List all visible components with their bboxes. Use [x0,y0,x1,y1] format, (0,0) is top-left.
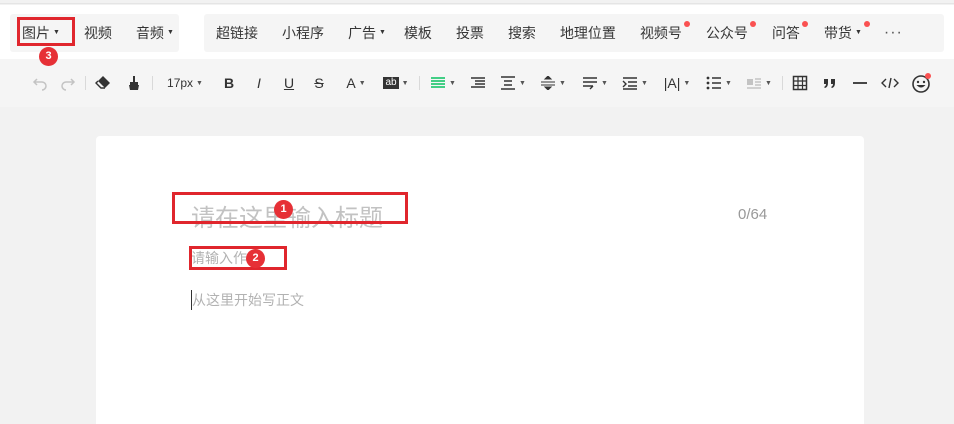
redo-button[interactable] [58,71,78,95]
brush-icon [129,76,139,90]
menu-item-mini-program[interactable]: 小程序 [270,14,336,52]
code-button[interactable] [880,71,900,95]
background-color-button[interactable]: ab ▼ [380,71,412,95]
list-indent-button[interactable]: ▼ [620,71,650,95]
menu-item-audio[interactable]: 音频 ▼ [124,14,186,52]
notification-dot [749,21,756,27]
float-image-button[interactable]: ▼ [744,71,774,95]
bullet-list-button[interactable]: ▼ [704,71,734,95]
menu-item-channels[interactable]: 视频号 [628,14,694,52]
eraser-icon [95,76,110,89]
undo-button[interactable] [30,71,50,95]
line-height-button[interactable]: ▼ [580,71,610,95]
toolbar-divider [152,76,153,90]
font-color-button[interactable]: A ▼ [342,71,370,95]
toolbar-divider [782,76,783,90]
undo-icon [32,78,47,91]
clear-format-button[interactable] [93,71,115,95]
toolbar-divider [85,76,86,90]
menu-item-video[interactable]: 视频 [72,14,124,52]
menu-item-official-account[interactable]: 公众号 [694,14,760,52]
align-button[interactable]: ▼ [428,71,458,95]
menu-item-location[interactable]: 地理位置 [548,14,628,52]
insert-menu-group: 超链接 小程序 广告 ▼ 模板 投票 搜索 地理位置 视频号 公众号 问答 带货 ▼… [204,14,944,52]
annotation-badge-3: 3 [39,47,58,66]
highlight-box-image-menu [17,17,75,46]
format-toolbar: 17px ▼ B I U S A ▼ ab ▼ ▼ ▼ ▼ ▼ ▼ |A| ▼ ▼ ▼ [0,59,954,107]
toolbar-divider [419,76,420,90]
menu-item-ad[interactable]: 广告 ▼ [336,14,392,52]
paragraph-spacing-button[interactable]: ▼ [498,71,528,95]
redo-icon [61,78,76,91]
code-icon [881,77,899,89]
indent-button[interactable] [468,71,488,95]
line-height-icon [583,77,598,90]
menu-item-search[interactable]: 搜索 [496,14,548,52]
annotation-badge-1: 1 [274,200,293,219]
spacing-icon [501,76,516,90]
bullet-list-icon [706,76,722,90]
font-size-select[interactable]: 17px ▼ [162,71,208,95]
highlight-icon: ab [383,77,399,89]
insert-menu-bar: 图片 ▼ 视频 音频 ▼ 超链接 小程序 广告 ▼ 模板 投票 搜索 地理位置 视频号… [0,5,954,59]
letter-spacing-button[interactable]: |A| ▼ [662,71,692,95]
menu-item-qa[interactable]: 问答 [760,14,812,52]
top-divider [0,3,954,4]
emoji-button[interactable] [910,71,932,95]
divider-button[interactable] [850,71,870,95]
italic-button[interactable]: I [250,71,268,95]
notification-dot [683,21,690,27]
underline-button[interactable]: U [280,71,298,95]
editor-paper: 请在这里输入标题 0/64 请输入作者 从这里开始写正文 [96,136,864,424]
strikethrough-button[interactable]: S [310,71,328,95]
notification-dot [863,21,870,27]
insert-table-button[interactable] [790,71,810,95]
annotation-badge-2: 2 [246,249,265,268]
highlight-box-author [189,246,287,270]
title-char-counter: 0/64 [738,206,768,223]
notification-dot [801,21,808,27]
table-icon [792,75,808,91]
more-menu-button[interactable]: ··· [874,14,913,52]
body-editor[interactable]: 从这里开始写正文 [192,290,304,310]
menu-item-hyperlink[interactable]: 超链接 [204,14,270,52]
emoji-icon [912,73,931,93]
menu-item-commerce[interactable]: 带货 ▼ [812,14,874,52]
vertical-spacing-button[interactable]: ▼ [538,71,568,95]
indent-icon [471,77,485,88]
outdent-icon [622,77,638,90]
quote-icon [824,79,835,88]
align-justify-icon [431,77,446,88]
horizontal-rule-icon [853,82,867,84]
line-spacing-icon [541,76,556,90]
menu-item-template[interactable]: 模板 [392,14,444,52]
blockquote-button[interactable] [820,71,840,95]
float-icon [747,78,762,89]
format-painter-button[interactable] [123,71,145,95]
menu-item-vote[interactable]: 投票 [444,14,496,52]
bold-button[interactable]: B [220,71,238,95]
